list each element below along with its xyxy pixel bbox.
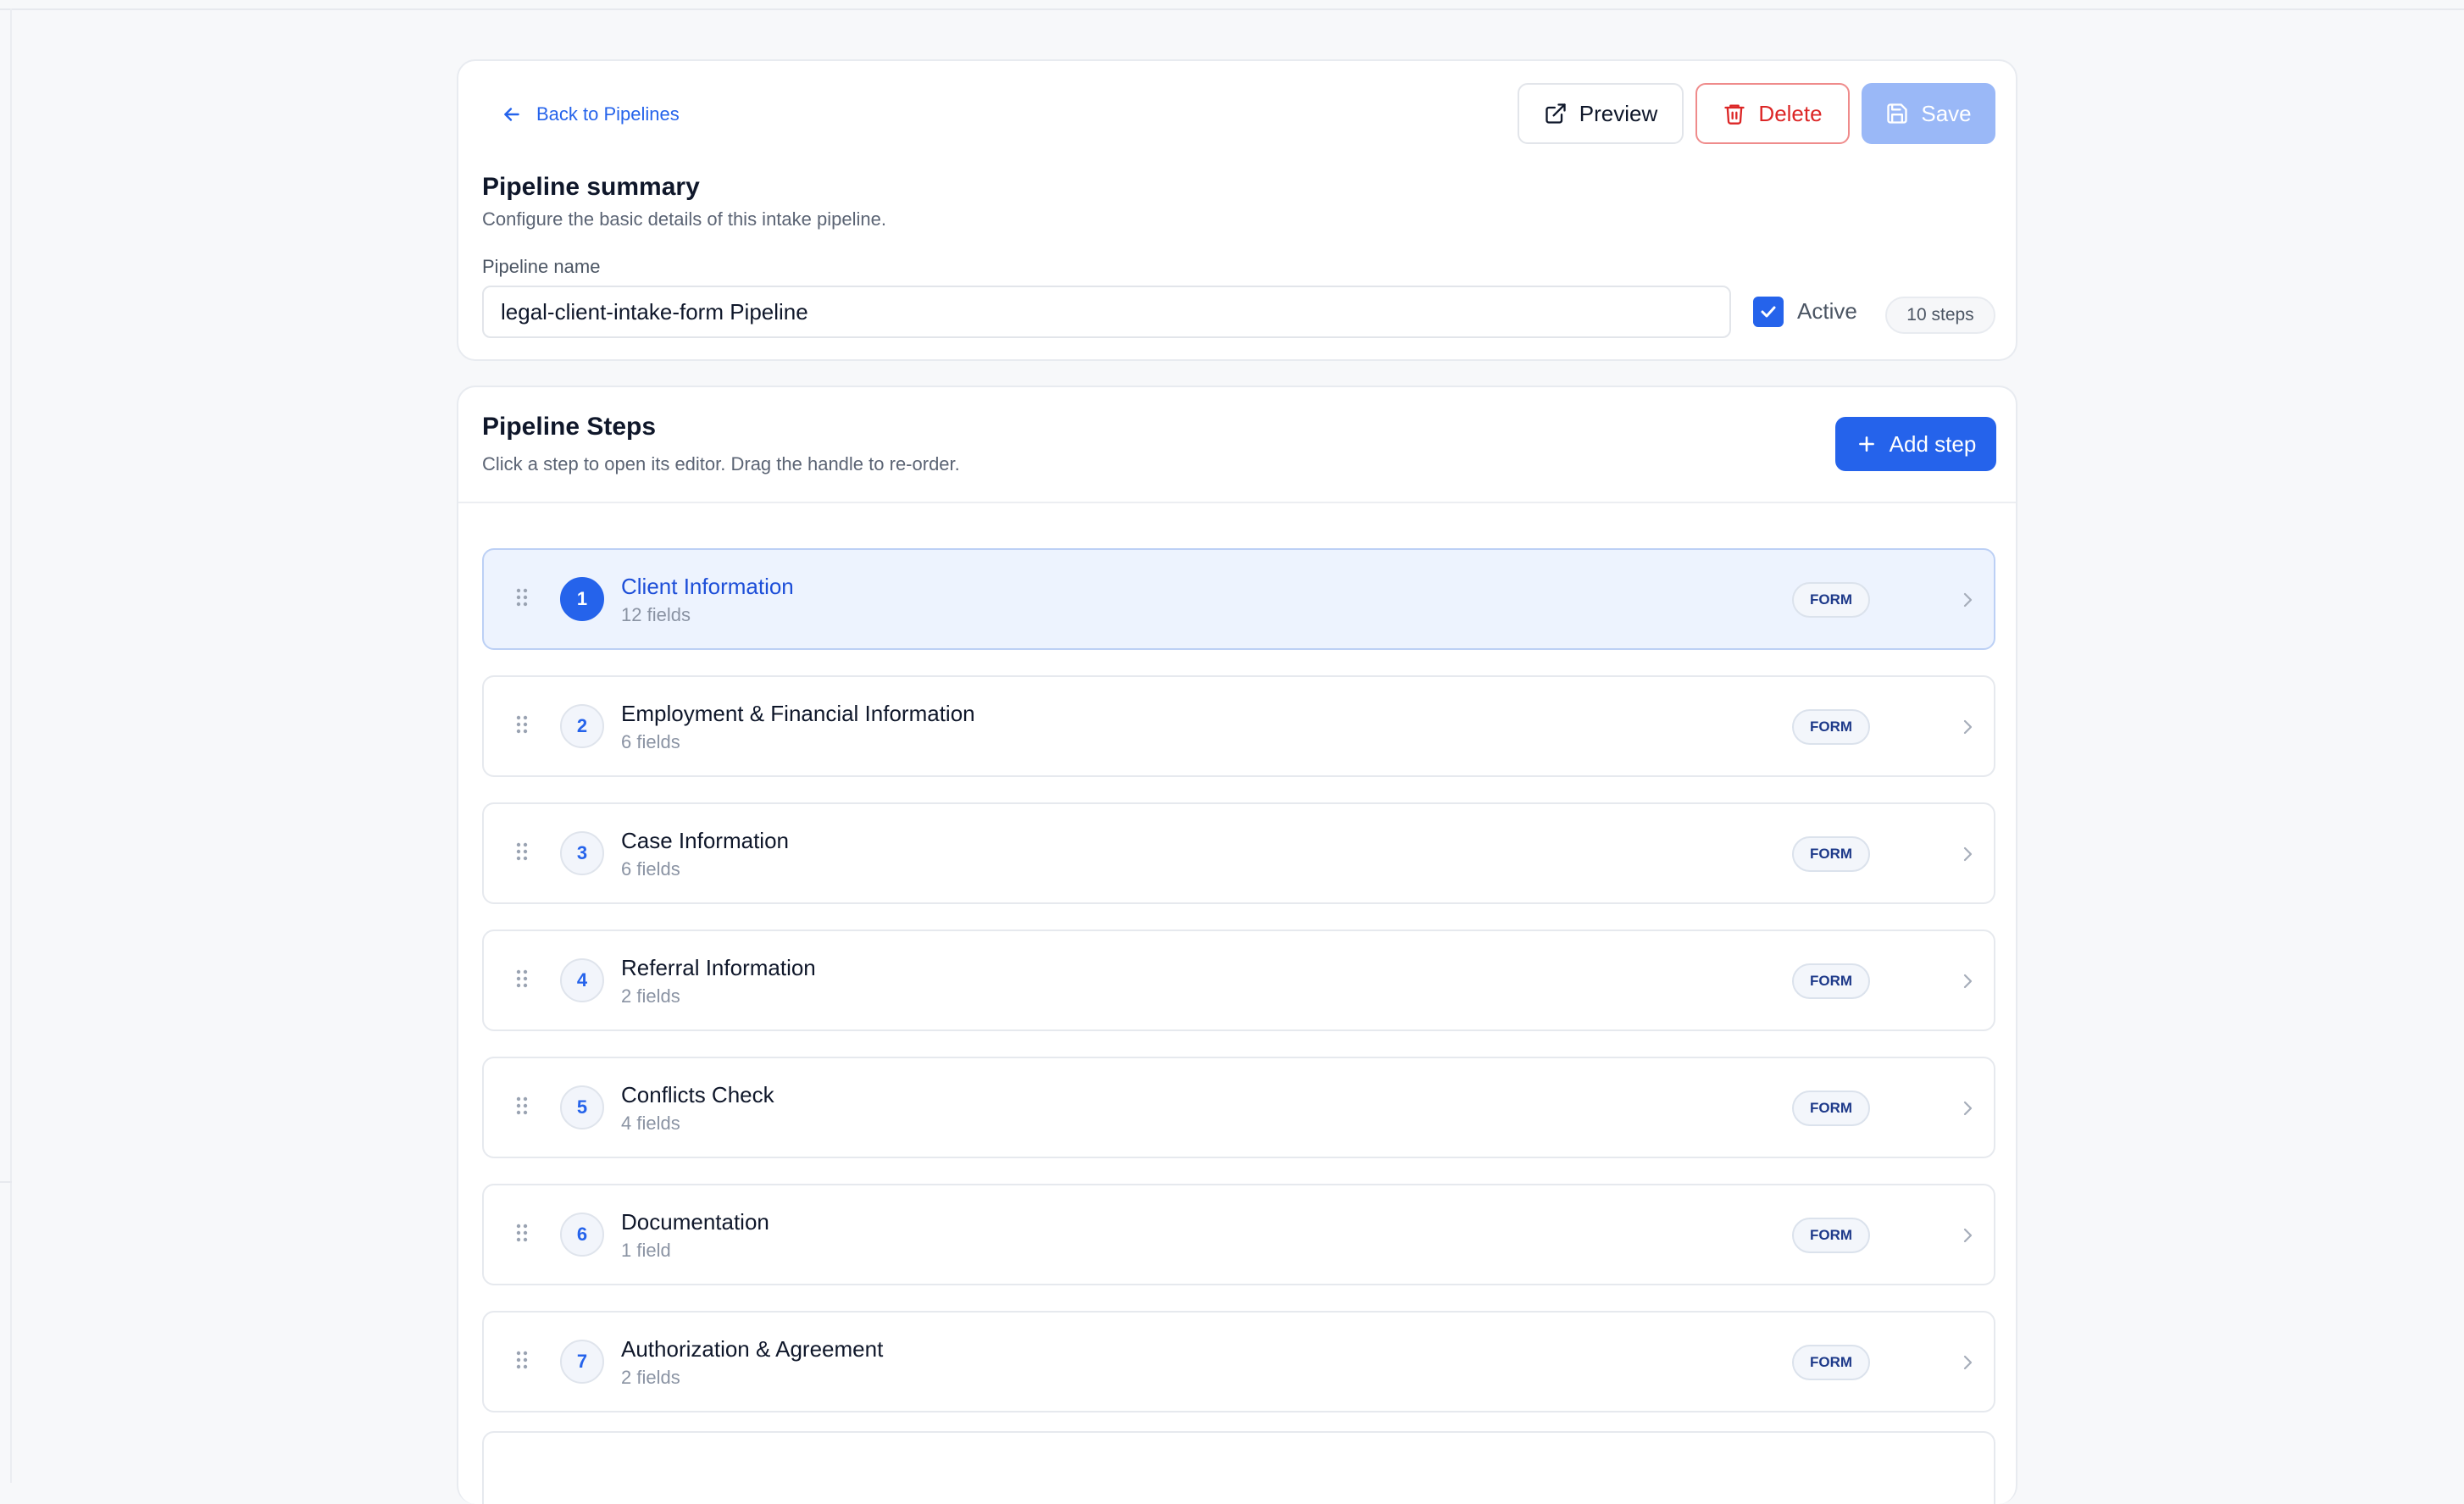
step-row-partial[interactable]	[482, 1431, 1995, 1504]
steps-subtitle: Click a step to open its editor. Drag th…	[482, 453, 960, 475]
pipeline-name-label: Pipeline name	[482, 256, 601, 277]
step-title: Client Information	[621, 574, 794, 599]
active-checkbox[interactable]	[1753, 297, 1784, 327]
back-to-pipelines-link[interactable]: Back to Pipelines	[501, 103, 680, 125]
step-type-badge: FORM	[1792, 1218, 1870, 1253]
chevron-right-icon	[1963, 592, 1973, 608]
drag-handle-icon[interactable]	[516, 1223, 528, 1243]
step-field-count: 4 fields	[621, 1113, 680, 1134]
chevron-right-icon	[1963, 846, 1973, 862]
active-label: Active	[1797, 298, 1857, 324]
step-row[interactable]: 3 Case Information 6 fields FORM	[482, 802, 1995, 904]
chevron-right-icon	[1963, 1101, 1973, 1116]
left-divider	[0, 1181, 12, 1183]
drag-handle-icon[interactable]	[516, 1350, 528, 1370]
summary-title: Pipeline summary	[482, 173, 700, 201]
step-title: Referral Information	[621, 955, 816, 980]
step-type-badge: FORM	[1792, 709, 1870, 745]
step-number: 5	[560, 1085, 604, 1129]
step-type-badge: FORM	[1792, 963, 1870, 999]
steps-count-badge: 10 steps	[1885, 297, 1995, 334]
step-field-count: 6 fields	[621, 731, 680, 752]
step-type-badge: FORM	[1792, 1091, 1870, 1126]
step-number: 6	[560, 1213, 604, 1257]
summary-subtitle: Configure the basic details of this inta…	[482, 208, 886, 230]
pipeline-steps-card: Pipeline Steps Click a step to open its …	[457, 386, 2017, 1504]
chevron-right-icon	[1963, 1355, 1973, 1370]
step-row[interactable]: 4 Referral Information 2 fields FORM	[482, 930, 1995, 1031]
step-field-count: 2 fields	[621, 985, 680, 1007]
plus-icon	[1858, 436, 1874, 452]
step-type-badge: FORM	[1792, 1345, 1870, 1380]
step-row[interactable]: 1 Client Information 12 fields FORM	[482, 548, 1995, 650]
steps-divider	[458, 502, 2016, 503]
back-link-label: Back to Pipelines	[536, 103, 680, 125]
step-title: Case Information	[621, 828, 789, 853]
step-field-count: 1 field	[621, 1240, 671, 1261]
external-link-icon	[1546, 103, 1566, 124]
step-number: 2	[560, 704, 604, 748]
step-type-badge: FORM	[1792, 582, 1870, 618]
left-border	[10, 8, 12, 1483]
delete-button-label: Delete	[1758, 100, 1823, 126]
delete-button[interactable]: Delete	[1695, 83, 1850, 144]
step-field-count: 2 fields	[621, 1367, 680, 1388]
step-row[interactable]: 6 Documentation 1 field FORM	[482, 1184, 1995, 1285]
drag-handle-icon[interactable]	[516, 714, 528, 735]
top-border	[0, 0, 2464, 10]
steps-title: Pipeline Steps	[482, 413, 657, 441]
step-field-count: 6 fields	[621, 858, 680, 880]
step-number: 7	[560, 1340, 604, 1384]
step-field-count: 12 fields	[621, 604, 691, 625]
preview-button-label: Preview	[1579, 100, 1658, 126]
pipeline-name-input[interactable]	[482, 286, 1731, 338]
add-step-button[interactable]: Add step	[1835, 417, 1996, 471]
step-type-badge: FORM	[1792, 836, 1870, 872]
drag-handle-icon[interactable]	[516, 841, 528, 862]
trash-icon	[1724, 104, 1745, 125]
step-title: Employment & Financial Information	[621, 701, 975, 726]
save-icon	[1887, 103, 1908, 124]
drag-handle-icon[interactable]	[516, 968, 528, 989]
save-button[interactable]: Save	[1862, 83, 1995, 144]
step-row[interactable]: 7 Authorization & Agreement 2 fields FORM	[482, 1311, 1995, 1412]
step-number: 1	[560, 577, 604, 621]
save-button-label: Save	[1921, 100, 1972, 126]
drag-handle-icon[interactable]	[516, 1096, 528, 1116]
step-row[interactable]: 2 Employment & Financial Information 6 fie…	[482, 675, 1995, 777]
preview-button[interactable]: Preview	[1518, 83, 1684, 144]
step-number: 4	[560, 958, 604, 1002]
chevron-right-icon	[1963, 974, 1973, 989]
step-title: Authorization & Agreement	[621, 1336, 884, 1362]
check-icon	[1761, 306, 1776, 318]
step-row[interactable]: 5 Conflicts Check 4 fields FORM	[482, 1057, 1995, 1158]
arrow-left-icon	[504, 108, 519, 121]
step-number: 3	[560, 831, 604, 875]
step-title: Conflicts Check	[621, 1082, 774, 1107]
chevron-right-icon	[1963, 719, 1973, 735]
pipeline-summary-card: Back to Pipelines Preview Delete Save Pi…	[457, 59, 2017, 361]
add-step-label: Add step	[1889, 430, 1977, 457]
drag-handle-icon[interactable]	[516, 587, 528, 608]
chevron-right-icon	[1963, 1228, 1973, 1243]
step-title: Documentation	[621, 1209, 769, 1235]
